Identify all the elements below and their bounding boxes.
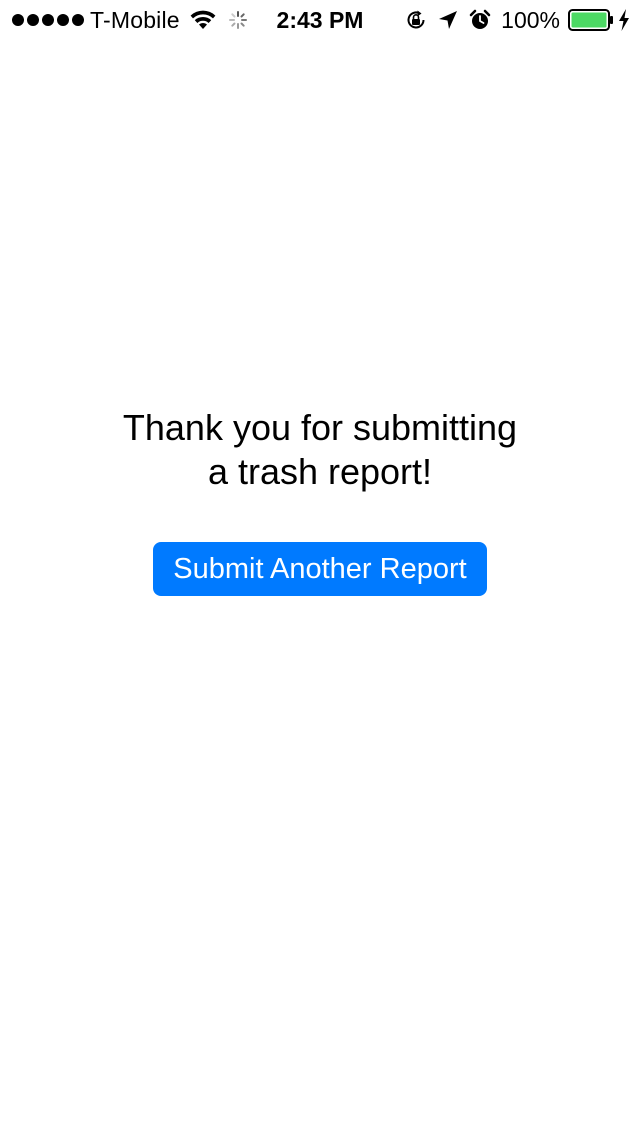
status-left: T-Mobile	[12, 0, 248, 40]
carrier-name: T-Mobile	[90, 6, 180, 33]
thank-you-line-1: Thank you for submitting	[122, 407, 518, 448]
wifi-icon	[190, 10, 216, 29]
thank-you-line-2: a trash report!	[207, 451, 433, 492]
battery-icon	[568, 9, 613, 31]
thank-you-message: Thank you for submitting a trash report!	[0, 406, 640, 494]
signal-strength-icon	[12, 14, 84, 26]
activity-spinner-icon	[228, 11, 247, 29]
alarm-icon	[469, 9, 491, 29]
orientation-lock-icon	[407, 10, 425, 29]
location-arrow-icon	[439, 11, 458, 29]
battery-percent: 100%	[501, 6, 560, 33]
submit-another-report-button[interactable]: Submit Another Report	[153, 542, 487, 596]
status-bar: 2:43 PM T-Mobile 100%	[0, 0, 640, 40]
charging-bolt-icon	[619, 9, 629, 31]
status-right: 100%	[395, 0, 630, 40]
